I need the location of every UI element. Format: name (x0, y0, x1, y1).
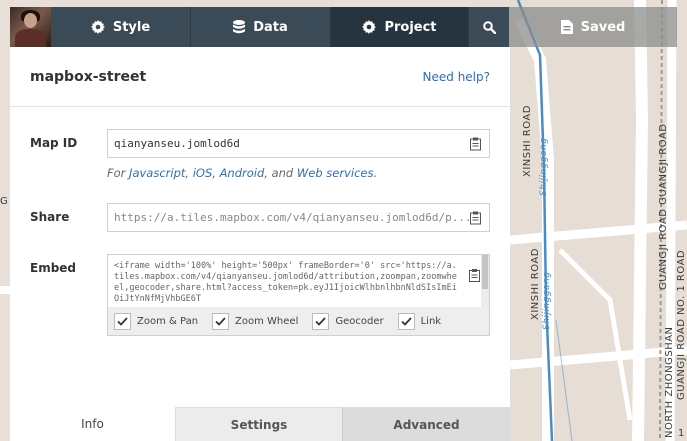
checkbox-zoom-pan[interactable] (114, 312, 131, 330)
tab-style[interactable]: Style (51, 7, 191, 47)
tab-project-label: Project (384, 19, 437, 35)
checkbox-zoom-wheel[interactable] (212, 312, 230, 330)
web-services-link[interactable]: Web services (297, 166, 374, 180)
map-label-left-edge: G (0, 196, 9, 207)
javascript-link[interactable]: Javascript (129, 166, 185, 180)
map-label-water-upper: Shijinggang (539, 137, 549, 196)
gear-icon (90, 20, 105, 34)
embed-code-textarea[interactable]: <iframe width='100%' height='500px' fram… (114, 261, 460, 305)
panel-tabs: Info Settings Advanced (10, 407, 510, 441)
tab-style-label: Style (112, 19, 151, 35)
platform-links: For Javascript, iOS, Android, and Web se… (107, 166, 378, 180)
option-zoom-wheel[interactable]: Zoom Wheel (212, 312, 298, 330)
tab-project[interactable]: Project (331, 7, 469, 47)
map-label-guangji: GUANGJI ROAD GUANGJI ROAD (658, 123, 669, 290)
search-button[interactable] (469, 7, 509, 47)
tab-data-label: Data (253, 19, 288, 35)
map-id-label: Map ID (30, 136, 78, 150)
map-label-north-zhongshan: NORTH ZHONGSHAN (664, 326, 675, 438)
saved-label: Saved (580, 19, 626, 35)
share-label: Share (30, 210, 70, 224)
project-panel: mapbox-street Need help? Map ID qianyans… (10, 47, 510, 441)
clipboard-icon[interactable] (470, 211, 481, 224)
map-id-field[interactable]: qianyanseu.jomlod6d (107, 129, 490, 158)
map-label-xinshi-lower: XINSHI ROAD (530, 248, 541, 320)
share-url-field[interactable]: https://a.tiles.mapbox.com/v4/qianyanseu… (107, 203, 490, 232)
gear-icon (362, 20, 377, 34)
option-geocoder[interactable]: Geocoder (312, 312, 384, 330)
checkmark-icon (117, 316, 128, 326)
checkmark-icon (215, 316, 226, 326)
database-icon (233, 20, 246, 34)
tab-data[interactable]: Data (191, 7, 331, 47)
panel-title: mapbox-street (30, 68, 147, 85)
embed-label: Embed (30, 261, 77, 275)
map-label-right-edge: 1 (678, 428, 685, 439)
map-label-xinshi-upper: XINSHI ROAD (522, 105, 533, 177)
clipboard-icon[interactable] (469, 267, 480, 282)
checkmark-icon (315, 316, 327, 326)
tab-settings[interactable]: Settings (175, 407, 342, 441)
tab-advanced[interactable]: Advanced (342, 407, 510, 441)
clipboard-icon[interactable] (470, 137, 481, 150)
ios-link[interactable]: iOS (193, 166, 213, 180)
checkmark-icon (400, 316, 412, 326)
document-icon (560, 20, 573, 34)
option-link[interactable]: Link (397, 312, 441, 330)
android-link[interactable]: Android (220, 166, 265, 180)
search-icon (482, 20, 496, 34)
embed-box: <iframe width='100%' height='500px' fram… (107, 254, 490, 336)
need-help-link[interactable]: Need help? (423, 70, 490, 84)
top-nav: Style Data Project Saved (10, 7, 677, 47)
checkbox-geocoder[interactable] (312, 312, 330, 330)
tab-info[interactable]: Info (10, 407, 175, 441)
checkbox-link[interactable] (397, 312, 415, 330)
avatar[interactable] (10, 7, 51, 47)
embed-scrollbar[interactable] (481, 255, 489, 309)
embed-options: Zoom & Pan Zoom Wheel Geocoder Link (108, 307, 489, 335)
panel-header: mapbox-street Need help? (10, 47, 510, 107)
map-label-zhongshan: GUANGJI ROAD NO. 1 ROAD (676, 249, 687, 400)
share-url-value: https://a.tiles.mapbox.com/v4/qianyanseu… (114, 211, 472, 224)
option-zoom-pan[interactable]: Zoom & Pan (114, 312, 198, 330)
saved-button[interactable]: Saved (509, 7, 677, 47)
map-id-value: qianyanseu.jomlod6d (114, 137, 240, 150)
map-label-water-lower: Shijinggang (542, 271, 552, 330)
